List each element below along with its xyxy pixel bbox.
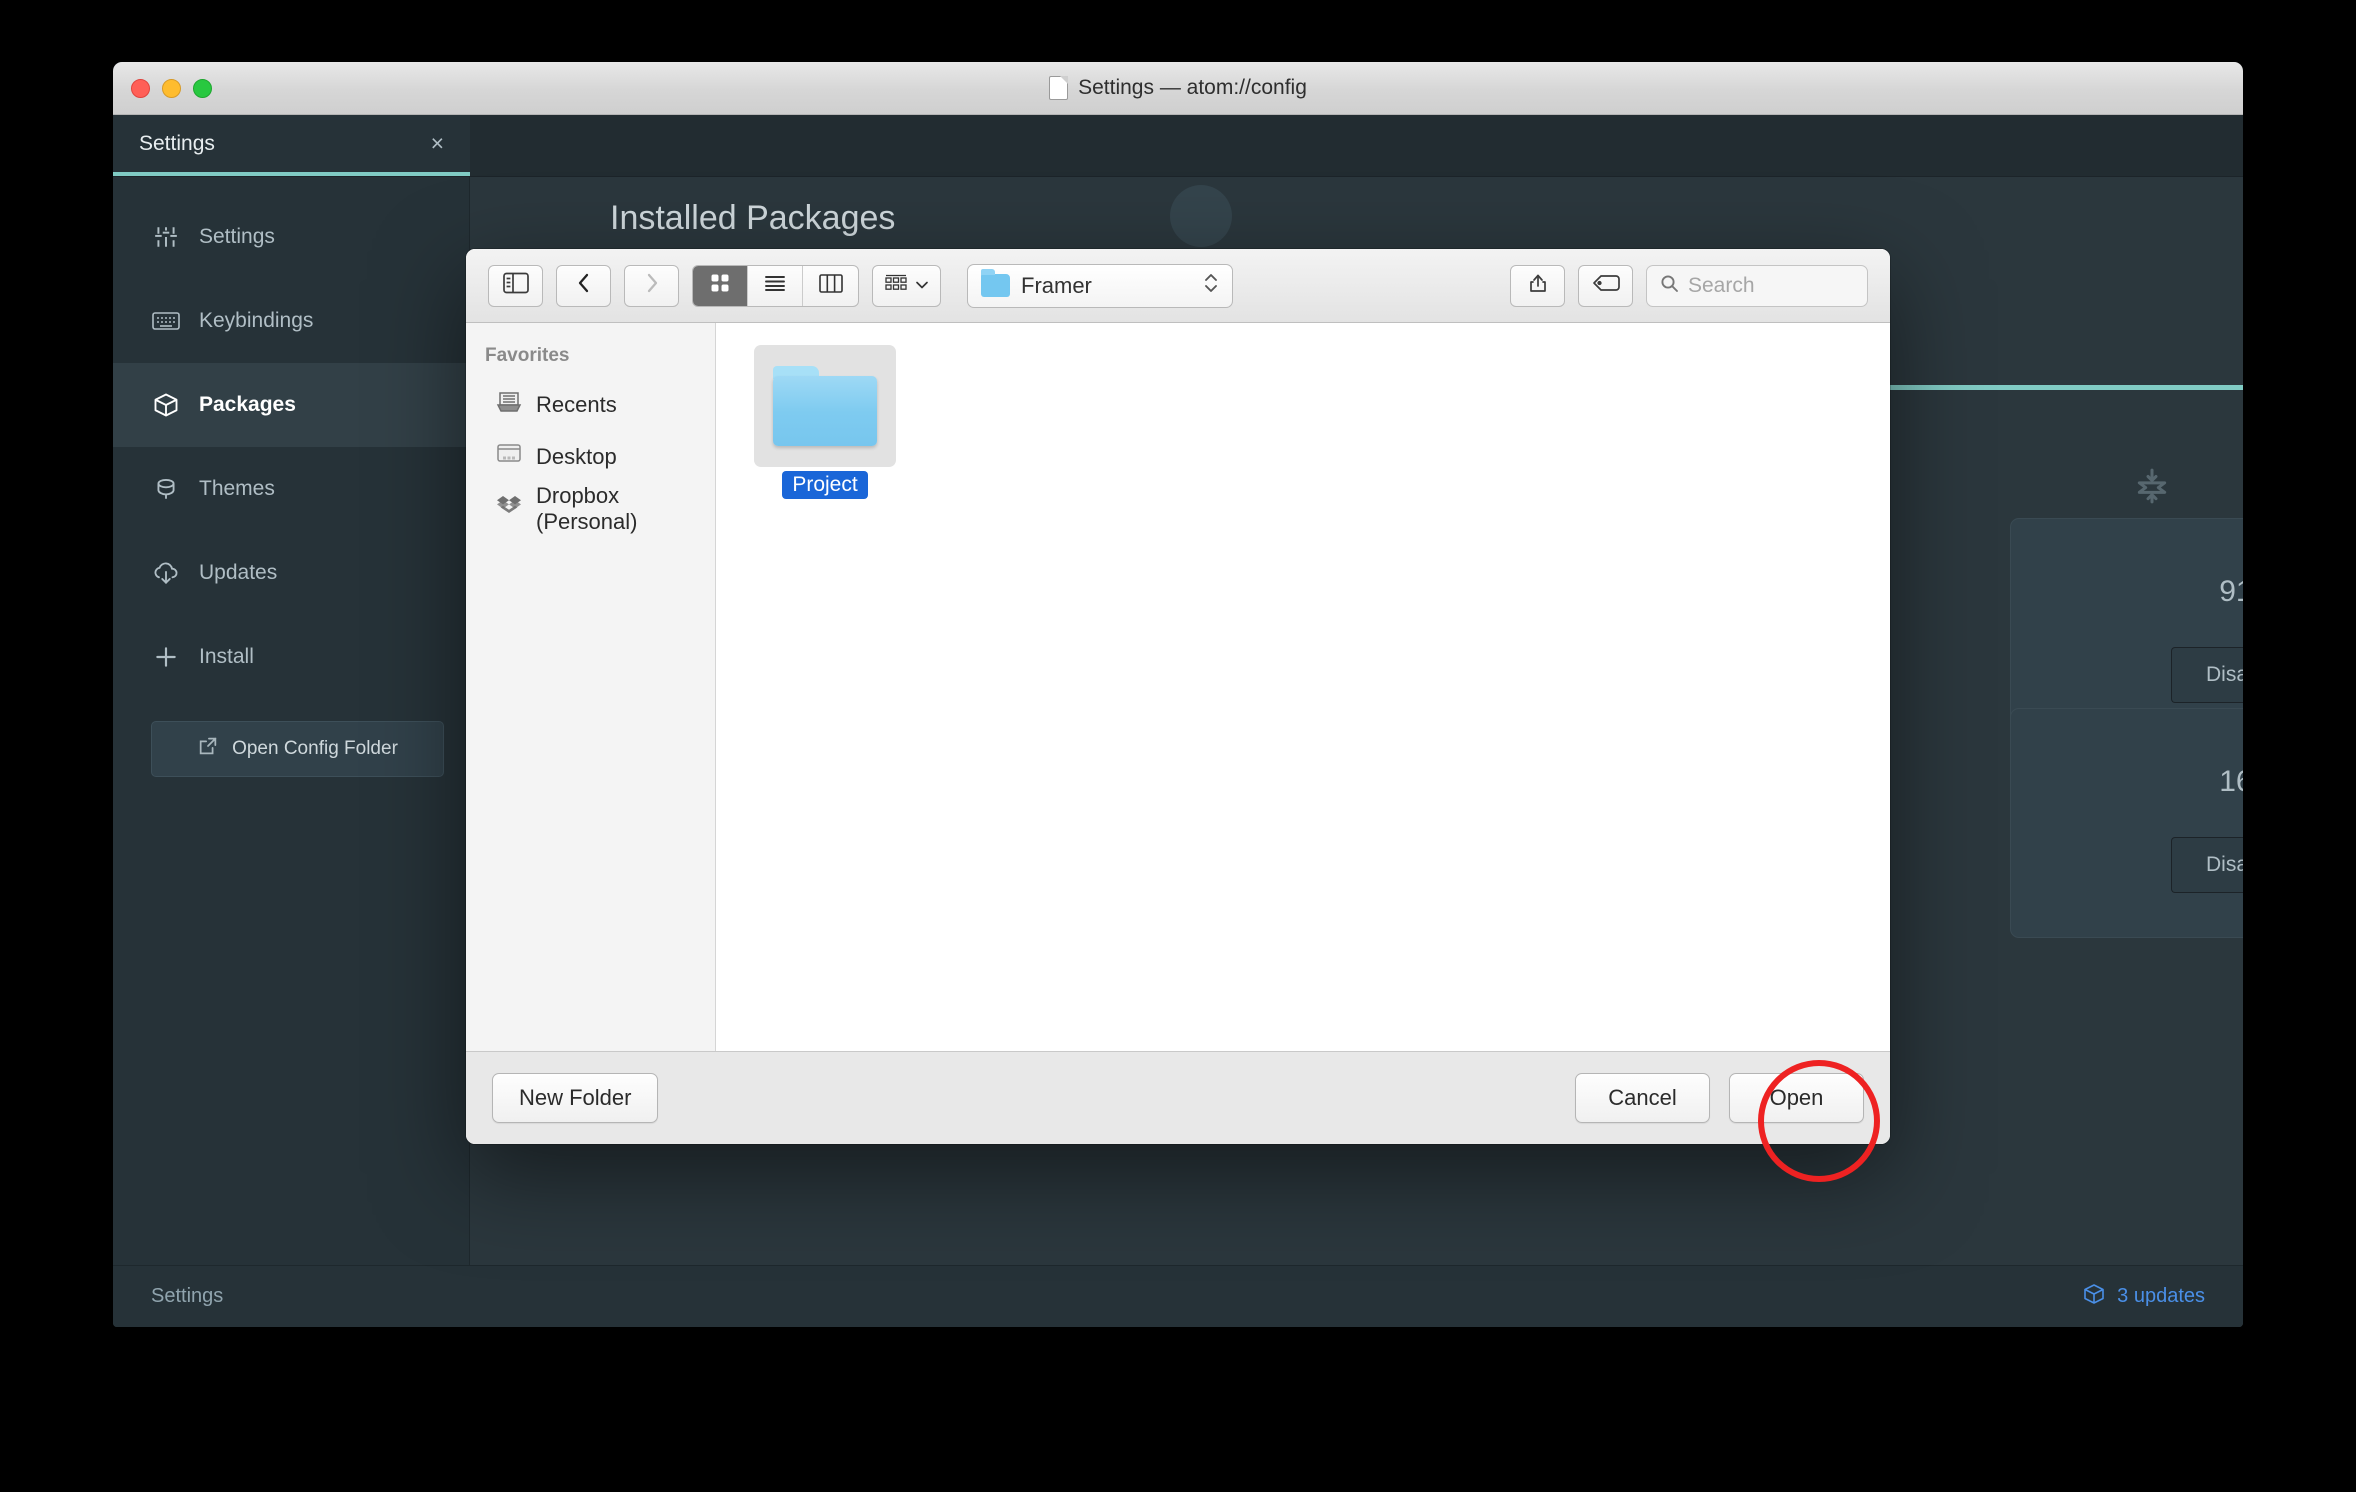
file-name-label: Project <box>782 471 868 499</box>
tags-button[interactable] <box>1578 264 1633 307</box>
status-left-label: Settings <box>151 1285 224 1307</box>
share-icon <box>1527 271 1549 300</box>
sidebar-item-label: Settings <box>199 225 275 248</box>
open-config-folder-wrap: Open Config Folder <box>113 699 469 777</box>
dialog-toolbar: Framer Search <box>466 249 1890 323</box>
download-count: 16,947 <box>2219 765 2243 798</box>
window-titlebar: Settings — atom://config <box>113 62 2243 115</box>
chevron-down-icon <box>915 277 929 295</box>
sidebar-item-packages[interactable]: Packages <box>113 363 469 447</box>
view-mode-group <box>692 264 859 307</box>
window-title: Settings — atom://config <box>1078 76 1307 99</box>
sidebar-item-label: Recents <box>536 392 617 417</box>
columns-icon <box>818 273 843 298</box>
sidebar-toggle-button[interactable] <box>488 264 543 307</box>
sidebar-item-recents[interactable]: Recents <box>466 379 715 431</box>
close-icon[interactable]: × <box>431 132 444 155</box>
favorites-heading: Favorites <box>485 345 570 366</box>
open-file-dialog: Framer Search Favorites Recents Desktop … <box>466 249 1890 1144</box>
chevron-left-icon <box>574 271 594 300</box>
footer-actions: Cancel Open <box>1575 1073 1864 1123</box>
sidebar-item-label: Packages <box>199 393 296 416</box>
sidebar-item-label: Keybindings <box>199 309 314 332</box>
package-icon <box>151 390 181 420</box>
sidebar-item-label: Themes <box>199 477 275 500</box>
search-icon <box>1660 274 1679 298</box>
disable-button[interactable]: Disable <box>2171 647 2243 703</box>
settings-sidebar: Settings Keybindings Packages Themes Upd… <box>113 177 470 1327</box>
search-placeholder: Search <box>1688 273 1755 297</box>
list-view-button[interactable] <box>748 265 803 306</box>
dialog-sidebar: Favorites Recents Desktop Dropbox (Perso… <box>466 323 716 1051</box>
sidebar-item-themes[interactable]: Themes <box>113 447 469 531</box>
collapse-icon[interactable] <box>2133 467 2171 510</box>
sidebar-item-install[interactable]: Install <box>113 615 469 699</box>
sidebar-item-label: Install <box>199 645 254 668</box>
open-config-folder-label: Open Config Folder <box>232 738 398 759</box>
icon-view-button[interactable] <box>693 265 748 306</box>
list-icon <box>764 274 786 297</box>
file-browser-area[interactable]: Project <box>716 323 1890 1051</box>
file-thumbnail <box>754 345 896 467</box>
recents-icon <box>496 390 522 420</box>
search-input[interactable]: Search <box>1646 264 1868 307</box>
open-config-folder-button[interactable]: Open Config Folder <box>151 721 444 777</box>
sidebar-toggle-icon <box>502 272 529 299</box>
file-item-project[interactable]: Project <box>754 345 896 499</box>
keyboard-icon <box>151 306 181 336</box>
sidebar-item-desktop[interactable]: Desktop <box>466 431 715 483</box>
back-button[interactable] <box>556 264 611 307</box>
tab-settings[interactable]: Settings × <box>113 115 470 176</box>
page-title: Installed Packages <box>610 199 896 237</box>
sidebar-item-label: Dropbox (Personal) <box>536 483 638 534</box>
folder-icon <box>981 269 1010 297</box>
download-count: 91,503 <box>2219 575 2243 608</box>
column-view-button[interactable] <box>803 266 858 306</box>
updates-label: 3 updates <box>2117 1285 2205 1307</box>
tag-icon <box>1592 273 1620 298</box>
document-icon <box>1049 76 1069 100</box>
stepper-chevrons-icon <box>1203 270 1219 301</box>
dialog-footer: New Folder Cancel Open <box>466 1051 1890 1144</box>
tab-label: Settings <box>139 131 215 155</box>
grid-icon <box>710 273 730 298</box>
forward-button[interactable] <box>624 264 679 307</box>
arrange-button[interactable] <box>872 264 941 307</box>
sidebar-item-label: Desktop <box>536 444 617 469</box>
open-button[interactable]: Open <box>1729 1073 1864 1123</box>
cancel-button[interactable]: Cancel <box>1575 1073 1710 1123</box>
package-icon <box>2082 1282 2106 1312</box>
path-popup-button[interactable]: Framer <box>967 263 1233 308</box>
updates-status-button[interactable]: 3 updates <box>2082 1282 2205 1312</box>
dropbox-icon <box>496 494 522 524</box>
folder-icon <box>773 366 877 446</box>
sidebar-item-updates[interactable]: Updates <box>113 531 469 615</box>
sliders-icon <box>151 222 181 252</box>
sidebar-item-keybindings[interactable]: Keybindings <box>113 279 469 363</box>
plus-icon <box>151 642 181 672</box>
share-button[interactable] <box>1510 264 1565 307</box>
chevron-right-icon <box>642 271 662 300</box>
sidebar-item-dropbox[interactable]: Dropbox (Personal) <box>466 483 715 535</box>
new-folder-button[interactable]: New Folder <box>492 1073 659 1123</box>
paint-bucket-icon <box>151 474 181 504</box>
package-card[interactable]: 16,947 Disable <box>2010 708 2243 938</box>
current-folder-label: Framer <box>1021 272 1092 298</box>
sidebar-item-settings[interactable]: Settings <box>113 195 469 279</box>
avatar <box>1170 185 1232 247</box>
window-title-group: Settings — atom://config <box>113 76 2243 100</box>
sidebar-item-label: Updates <box>199 561 278 584</box>
arrange-icon <box>884 273 908 298</box>
status-bar: Settings 3 updates <box>113 1265 2243 1327</box>
dialog-main: Favorites Recents Desktop Dropbox (Perso… <box>466 323 1890 1051</box>
cloud-download-icon <box>151 558 181 588</box>
external-link-icon <box>197 735 219 763</box>
desktop-icon <box>496 443 522 471</box>
disable-button[interactable]: Disable <box>2171 837 2243 893</box>
editor-tabbar: Settings × <box>113 115 2243 177</box>
